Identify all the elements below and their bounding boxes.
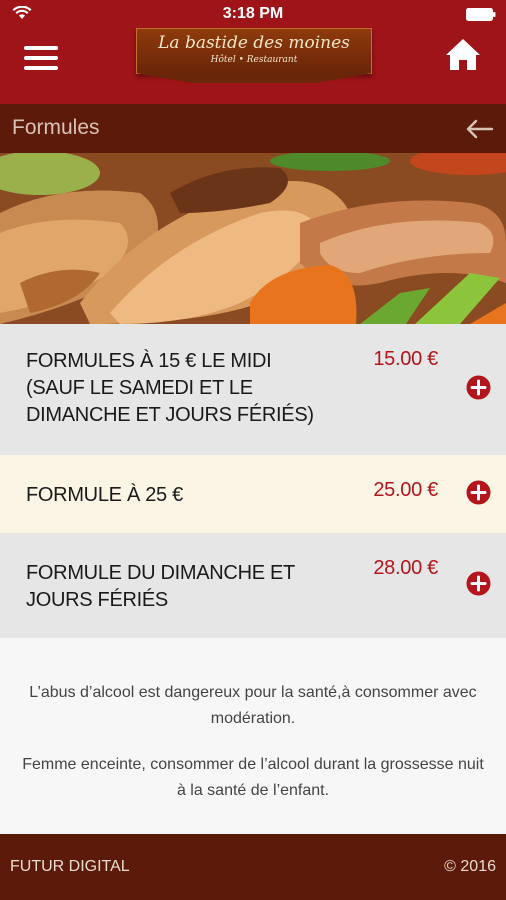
formule-row-1[interactable]: FORMULES À 15 € LE MIDI (SAUF LE SAMEDI … — [0, 324, 506, 455]
status-time: 3:18 PM — [222, 5, 284, 22]
add-icon[interactable] — [466, 571, 491, 596]
app-header: La bastide des moines Hôtel • Restaurant — [0, 28, 506, 104]
disclaimer-text-1: L’abus d’alcool est dangereux pour la sa… — [29, 684, 477, 727]
add-icon[interactable] — [466, 375, 491, 400]
section-header: Formules — [0, 104, 506, 153]
formule-title: FORMULE À 25 € — [26, 484, 183, 506]
footer-copyright: © 2016 — [444, 858, 496, 875]
status-bar: 3:18 PM — [0, 0, 506, 28]
formule-title: FORMULES À 15 € LE MIDI (SAUF LE SAMEDI … — [26, 350, 314, 426]
menu-icon-bar — [24, 46, 58, 50]
menu-icon-bar — [24, 56, 58, 60]
restaurant-logo[interactable]: La bastide des moines Hôtel • Restaurant — [136, 28, 372, 74]
menu-icon-bar — [24, 66, 58, 70]
back-arrow-icon[interactable] — [464, 118, 494, 140]
home-icon[interactable] — [444, 36, 482, 72]
formule-price: 28.00 € — [373, 557, 438, 579]
footer-brand[interactable]: FUTUR DIGITAL — [10, 858, 130, 876]
formule-row-3[interactable]: FORMULE DU DIMANCHE ET JOURS FÉRIÉS 28.0… — [0, 533, 506, 638]
formule-price: 25.00 € — [373, 479, 438, 501]
alcohol-disclaimer: L’abus d’alcool est dangereux pour la sa… — [0, 638, 506, 834]
add-icon[interactable] — [466, 480, 491, 505]
disclaimer-text-2: Femme enceinte, consommer de l’alcool du… — [22, 756, 484, 799]
logo-subtitle: Hôtel • Restaurant — [210, 55, 298, 65]
menu-button[interactable] — [24, 42, 60, 72]
section-title: Formules — [12, 116, 100, 139]
footer: FUTUR DIGITAL © 2016 — [0, 834, 506, 900]
logo-name: La bastide des moines — [158, 33, 350, 53]
food-photo — [0, 153, 506, 324]
logo-ribbon-tail — [136, 73, 372, 83]
formule-row-2[interactable]: FORMULE À 25 € 25.00 € — [0, 455, 506, 533]
hero-food-image — [0, 153, 506, 324]
formule-price: 15.00 € — [373, 348, 438, 370]
battery-icon — [466, 8, 496, 21]
formule-title: FORMULE DU DIMANCHE ET JOURS FÉRIÉS — [26, 562, 295, 611]
